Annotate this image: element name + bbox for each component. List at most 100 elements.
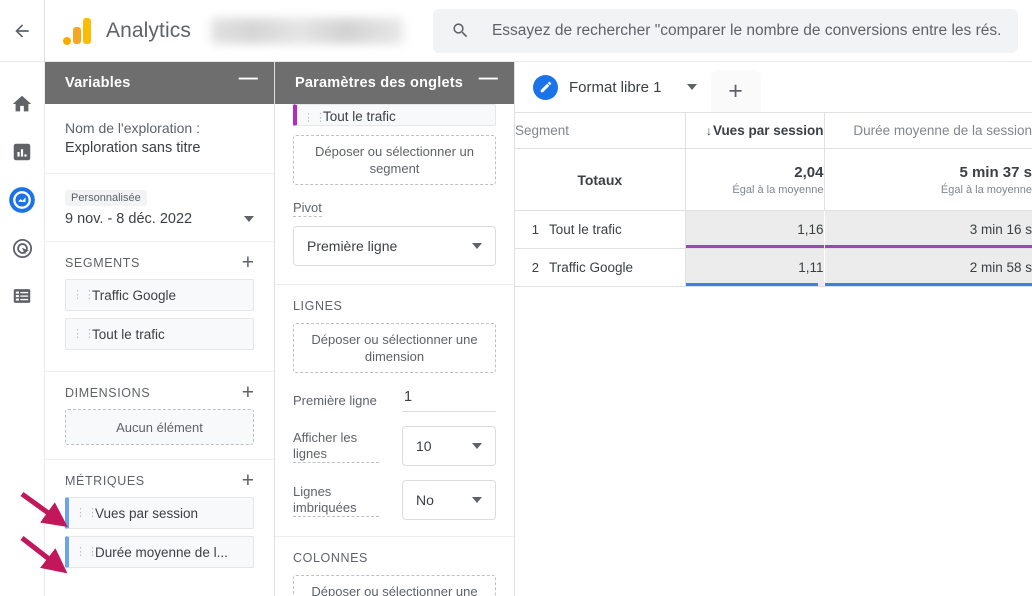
google-analytics-logo-icon [63,16,93,46]
row-duration-bar [824,283,1032,286]
show-rows-label: Afficher les lignes [293,430,379,463]
sidebar-item-library[interactable] [0,272,45,320]
show-rows-select[interactable]: 10 [402,426,496,466]
dimensions-empty-box[interactable]: Aucun élément [65,409,254,445]
library-icon [13,289,31,303]
show-rows-value: 10 [416,438,432,454]
table-row[interactable]: 2 Traffic Google 1,11 2 min 58 s [515,248,1032,287]
edit-pencil-icon [533,74,558,100]
totals-row: Totaux 2,04 Égal à la moyenne 5 min 37 s… [515,148,1032,211]
table-row[interactable]: 1 Tout le trafic 1,16 3 min 16 s [515,210,1032,249]
row-views-cell: 1,11 [684,248,824,287]
segments-section: SEGMENTS + ⋮⋮ Traffic Google ⋮⋮ Tout le … [45,242,274,372]
first-row-label: Première ligne [293,392,377,408]
exploration-canvas: Format libre 1 + Segment ↓Vues par sessi… [515,62,1032,596]
search-bar[interactable] [432,8,1018,53]
chevron-down-icon [472,243,482,249]
arrow-left-icon [15,23,29,38]
variables-minimize-button[interactable]: — [239,69,258,92]
columns-drop-zone[interactable]: Déposer ou sélectionner une [293,575,496,596]
back-button[interactable] [0,0,44,62]
add-tab-button[interactable]: + [710,70,761,112]
segment-tout-le-trafic[interactable]: ⋮⋮ Tout le trafic [65,318,254,350]
add-segment-button[interactable]: + [242,252,254,273]
date-range-badge: Personnalisée [65,190,147,206]
metric-vues-par-session[interactable]: ⋮⋮ Vues par session [65,497,254,529]
search-input[interactable] [491,21,1000,40]
column-header-duration[interactable]: Durée moyenne de la session [823,112,1032,149]
tab-settings-minimize-button[interactable]: — [479,69,498,92]
nested-rows-value: No [416,492,434,508]
exploration-name-label: Nom de l'exploration : [65,120,200,136]
row-segment-label: Tout le trafic [549,222,622,237]
row-views-value: 1,11 [798,260,824,275]
add-dimension-button[interactable]: + [242,382,254,403]
metrics-section: MÉTRIQUES + ⋮⋮ Vues par session ⋮⋮ Durée… [45,460,274,589]
variables-panel-title: Variables [65,75,131,91]
sidebar-item-home[interactable] [0,80,45,128]
row-duration-cell: 3 min 16 s [823,210,1032,249]
segment-traffic-google[interactable]: ⋮⋮ Traffic Google [65,279,254,311]
segment-drop-zone[interactable]: Déposer ou sélectionner un segment [293,135,496,185]
top-bar: Analytics [0,0,1032,62]
search-icon [451,21,470,40]
chevron-down-icon [472,497,482,503]
pivot-label: Pivot [293,200,322,217]
drag-handle-icon[interactable]: ⋮⋮ [72,328,95,339]
account-selector-blurred[interactable] [210,17,403,44]
totals-duration-sub: Égal à la moyenne [940,183,1032,196]
add-metric-button[interactable]: + [242,470,254,491]
sidebar-item-explore[interactable] [0,176,45,224]
segment-label: Traffic Google [92,287,177,303]
home-icon [12,95,32,112]
tab-settings-panel-title: Paramètres des onglets [295,75,463,91]
brand-area[interactable]: Analytics [45,16,191,46]
row-views-cell: 1,16 [684,210,824,249]
column-header-views[interactable]: ↓Vues par session [684,112,824,149]
totals-label: Totaux [515,148,685,211]
drag-handle-icon[interactable]: ⋮⋮ [75,546,98,557]
chevron-down-icon[interactable] [686,84,697,90]
drag-handle-icon[interactable]: ⋮⋮ [303,113,326,124]
metrics-title: MÉTRIQUES [65,474,145,488]
nested-rows-label: Lignes imbriquées [293,484,379,517]
table-header-row: Segment ↓Vues par session Durée moyenne … [515,112,1032,149]
row-views-value: 1,16 [797,222,824,237]
drag-handle-icon[interactable]: ⋮⋮ [72,289,95,300]
tab-segment-label: Tout le trafic [323,109,396,124]
totals-views-value: 2,04 [794,163,824,181]
totals-views-cell: 2,04 Égal à la moyenne [684,148,824,211]
exploration-name-value[interactable]: Exploration sans titre [65,138,254,159]
metric-label: Vues par session [95,505,199,521]
tab-settings-panel-header: Paramètres des onglets — [275,62,514,104]
sidebar-item-advertising[interactable] [0,224,45,272]
sidebar-item-reports[interactable] [0,128,45,176]
tab-settings-panel: Paramètres des onglets — ⋮⋮ Tout le traf… [275,62,515,596]
date-range-section[interactable]: Personnalisée 9 nov. - 8 déc. 2022 [45,174,274,242]
metric-duree-moyenne[interactable]: ⋮⋮ Durée moyenne de l... [65,536,254,568]
dimensions-section: DIMENSIONS + Aucun élément [45,372,274,460]
row-segment-cell: 2 Traffic Google [515,248,685,287]
row-index: 2 [531,260,539,275]
analytics-exploration-screen: Analytics Essayez de rechercher "compare… [0,0,1032,596]
segment-label: Tout le trafic [92,326,165,342]
exploration-name-section[interactable]: Nom de l'exploration : Exploration sans … [45,104,274,174]
tab-segment-chip-tout-le-trafic[interactable]: ⋮⋮ Tout le trafic [293,104,496,126]
row-duration-value: 2 min 58 s [969,260,1032,275]
drag-handle-icon[interactable]: ⋮⋮ [75,507,98,518]
date-range-value[interactable]: 9 nov. - 8 déc. 2022 [65,211,192,227]
nested-rows-select[interactable]: No [402,480,496,520]
row-index: 1 [531,222,539,237]
first-row-input[interactable]: 1 [402,389,496,412]
reports-icon [13,143,31,161]
pivot-select[interactable]: Première ligne [293,226,496,266]
row-duration-cell: 2 min 58 s [823,248,1032,287]
rows-drop-zone[interactable]: Déposer ou sélectionner une dimension [293,323,496,373]
row-segment-label: Traffic Google [549,260,634,275]
chevron-down-icon[interactable] [244,216,254,222]
columns-section-title: COLONNES [293,551,368,565]
row-views-bar [685,283,818,286]
column-header-segment[interactable]: Segment [515,112,685,149]
tab-format-libre-1[interactable]: Format libre 1 [515,62,711,112]
brand-title: Analytics [106,18,191,42]
